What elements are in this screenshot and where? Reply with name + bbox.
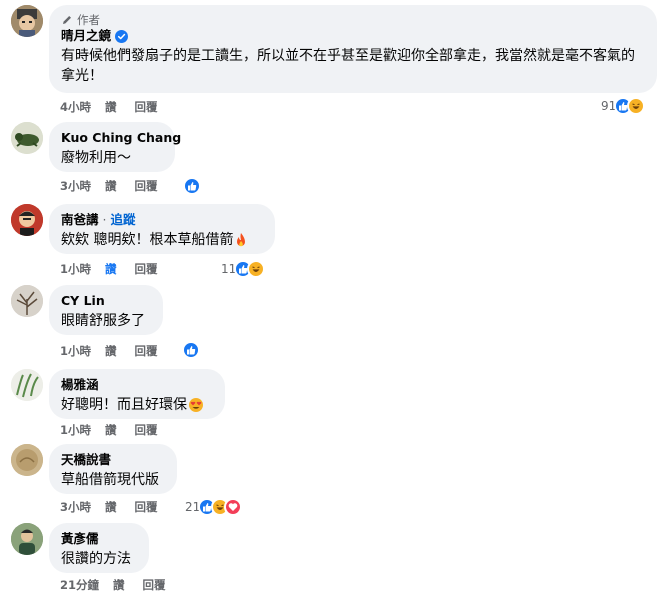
- comment-author[interactable]: 晴月之鏡: [61, 28, 111, 44]
- comment-time[interactable]: 21分鐘: [60, 577, 99, 593]
- haha-reaction-icon: [627, 97, 646, 115]
- pencil-icon: [61, 14, 73, 26]
- comment-actions: 1小時 讚 回覆: [60, 343, 168, 359]
- comment-author[interactable]: 楊雅涵: [61, 377, 99, 393]
- comment-bubble: 作者 晴月之鏡 有時候他們發扇子的是工讀生，所以並不在乎甚至是歡迎你全部拿走，我…: [49, 5, 657, 93]
- comment-actions: 3小時 讚 回覆: [60, 499, 168, 515]
- avatar[interactable]: [11, 5, 43, 37]
- reply-button[interactable]: 回覆: [143, 577, 166, 593]
- comment-time[interactable]: 1小時: [60, 343, 91, 359]
- comment-actions: 1小時 讚 回覆: [60, 422, 168, 438]
- like-reaction-icon: [183, 177, 201, 195]
- haha-reaction-icon: [247, 260, 266, 278]
- reply-button[interactable]: 回覆: [135, 343, 158, 359]
- reply-button[interactable]: 回覆: [135, 178, 158, 194]
- comment-actions: 1小時 讚 回覆: [60, 261, 168, 277]
- comment-author[interactable]: 南爸講: [61, 212, 99, 228]
- reply-button[interactable]: 回覆: [135, 422, 158, 438]
- comment-text: 欸欸 聰明欸！根本草船借箭: [61, 232, 234, 248]
- comment-text: 草船借箭現代版: [61, 472, 159, 488]
- comment-text: 有時候他們發扇子的是工讀生，所以並不在乎甚至是歡迎你全部拿走，我當然就是毫不客氣…: [61, 48, 635, 84]
- follow-link[interactable]: 追蹤: [111, 212, 136, 228]
- avatar[interactable]: [11, 444, 43, 476]
- author-badge: 作者: [61, 13, 645, 27]
- reply-button[interactable]: 回覆: [135, 99, 158, 115]
- comment-time[interactable]: 4小時: [60, 99, 91, 115]
- comment-bubble: 南爸講 · 追蹤 欸欸 聰明欸！根本草船借箭: [49, 204, 275, 254]
- reply-button[interactable]: 回覆: [135, 261, 158, 277]
- like-button[interactable]: 讚: [105, 99, 117, 115]
- heart-eyes-emoji-icon: [188, 397, 204, 413]
- comment-author[interactable]: CY Lin: [61, 293, 105, 309]
- reaction-summary[interactable]: 11: [221, 260, 266, 278]
- comment-time[interactable]: 3小時: [60, 499, 91, 515]
- like-button[interactable]: 讚: [113, 577, 125, 593]
- avatar[interactable]: [11, 204, 43, 236]
- verified-badge-icon: [115, 29, 129, 43]
- comment-actions: 3小時 讚 回覆: [60, 178, 168, 194]
- comment-time[interactable]: 1小時: [60, 261, 91, 277]
- reply-button[interactable]: 回覆: [135, 499, 158, 515]
- love-reaction-icon: [224, 498, 243, 516]
- comment-actions: 4小時 讚 回覆: [60, 99, 168, 115]
- comment-time[interactable]: 1小時: [60, 422, 91, 438]
- reaction-summary[interactable]: [182, 341, 200, 359]
- comment-text: 廢物利用～: [61, 150, 131, 166]
- like-button[interactable]: 讚: [105, 343, 117, 359]
- avatar[interactable]: [11, 122, 43, 154]
- comment-author[interactable]: Kuo Ching Chang: [61, 130, 181, 146]
- comment-bubble: 楊雅涵 好聰明！而且好環保: [49, 369, 225, 419]
- comment-actions: 21分鐘 讚 回覆: [60, 577, 176, 593]
- comment-text: 很讚的方法: [61, 551, 131, 567]
- avatar[interactable]: [11, 369, 43, 401]
- like-button[interactable]: 讚: [105, 422, 117, 438]
- reaction-summary[interactable]: 91: [601, 97, 646, 115]
- avatar[interactable]: [11, 523, 43, 555]
- comment-author[interactable]: 黃彥儒: [61, 531, 99, 547]
- comment-bubble: CY Lin 眼睛舒服多了: [49, 285, 163, 335]
- like-button[interactable]: 讚: [105, 499, 117, 515]
- avatar[interactable]: [11, 285, 43, 317]
- comment-author[interactable]: 天橋說書: [61, 452, 111, 468]
- comment-text: 眼睛舒服多了: [61, 313, 145, 329]
- comment-bubble: 黃彥儒 很讚的方法: [49, 523, 149, 573]
- reaction-summary[interactable]: 21: [185, 498, 243, 516]
- comment-bubble: Kuo Ching Chang 廢物利用～: [49, 122, 181, 172]
- like-reaction-icon: [182, 341, 200, 359]
- like-button[interactable]: 讚: [105, 178, 117, 194]
- comment-time[interactable]: 3小時: [60, 178, 91, 194]
- comment-text: 好聰明！而且好環保: [61, 397, 187, 413]
- like-button[interactable]: 讚: [105, 261, 117, 277]
- reaction-summary[interactable]: [183, 177, 201, 195]
- fire-emoji-icon: [234, 232, 248, 248]
- comment-bubble: 天橋說書 草船借箭現代版: [49, 444, 177, 494]
